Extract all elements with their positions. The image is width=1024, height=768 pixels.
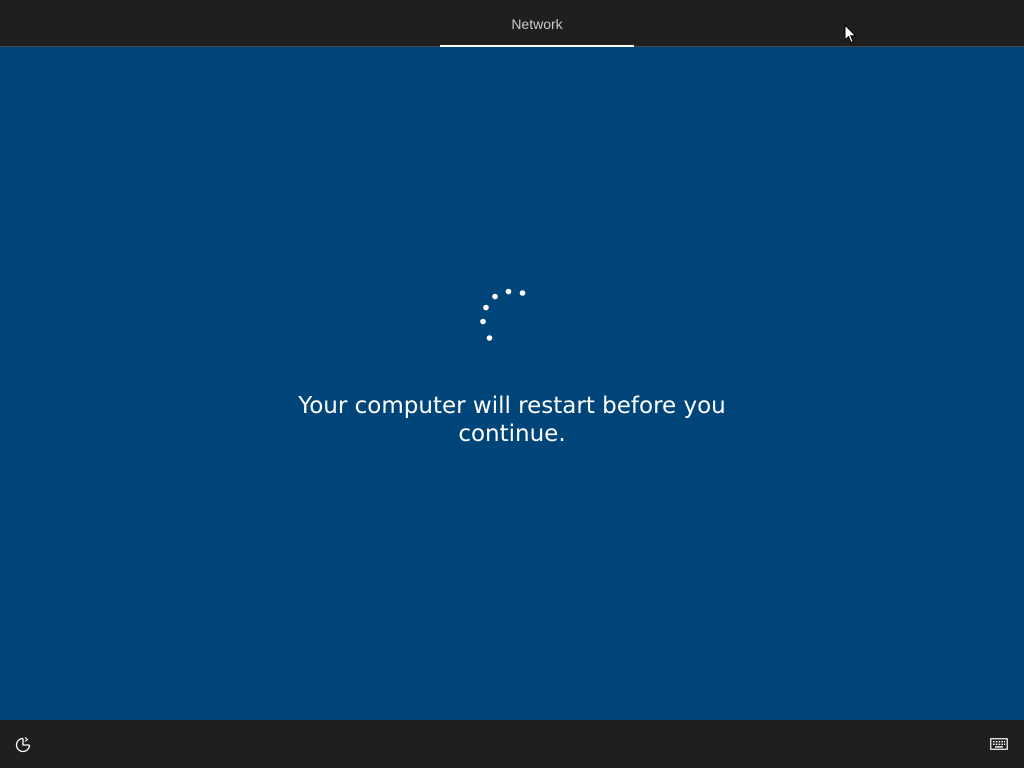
ease-of-access-icon[interactable] — [14, 736, 32, 754]
mouse-pointer-icon — [844, 24, 857, 44]
loading-spinner-icon — [480, 288, 526, 341]
keyboard-icon[interactable] — [990, 737, 1008, 751]
oobe-screen: Network Your computer will restart befor… — [0, 0, 1024, 768]
tab-active-indicator — [440, 45, 634, 47]
restart-message: Your computer will restart before you co… — [298, 393, 726, 447]
top-bar: Network — [0, 0, 1024, 47]
tab-network-label: Network — [511, 16, 563, 32]
bottom-bar — [0, 720, 1024, 768]
tab-network[interactable]: Network — [440, 0, 634, 47]
